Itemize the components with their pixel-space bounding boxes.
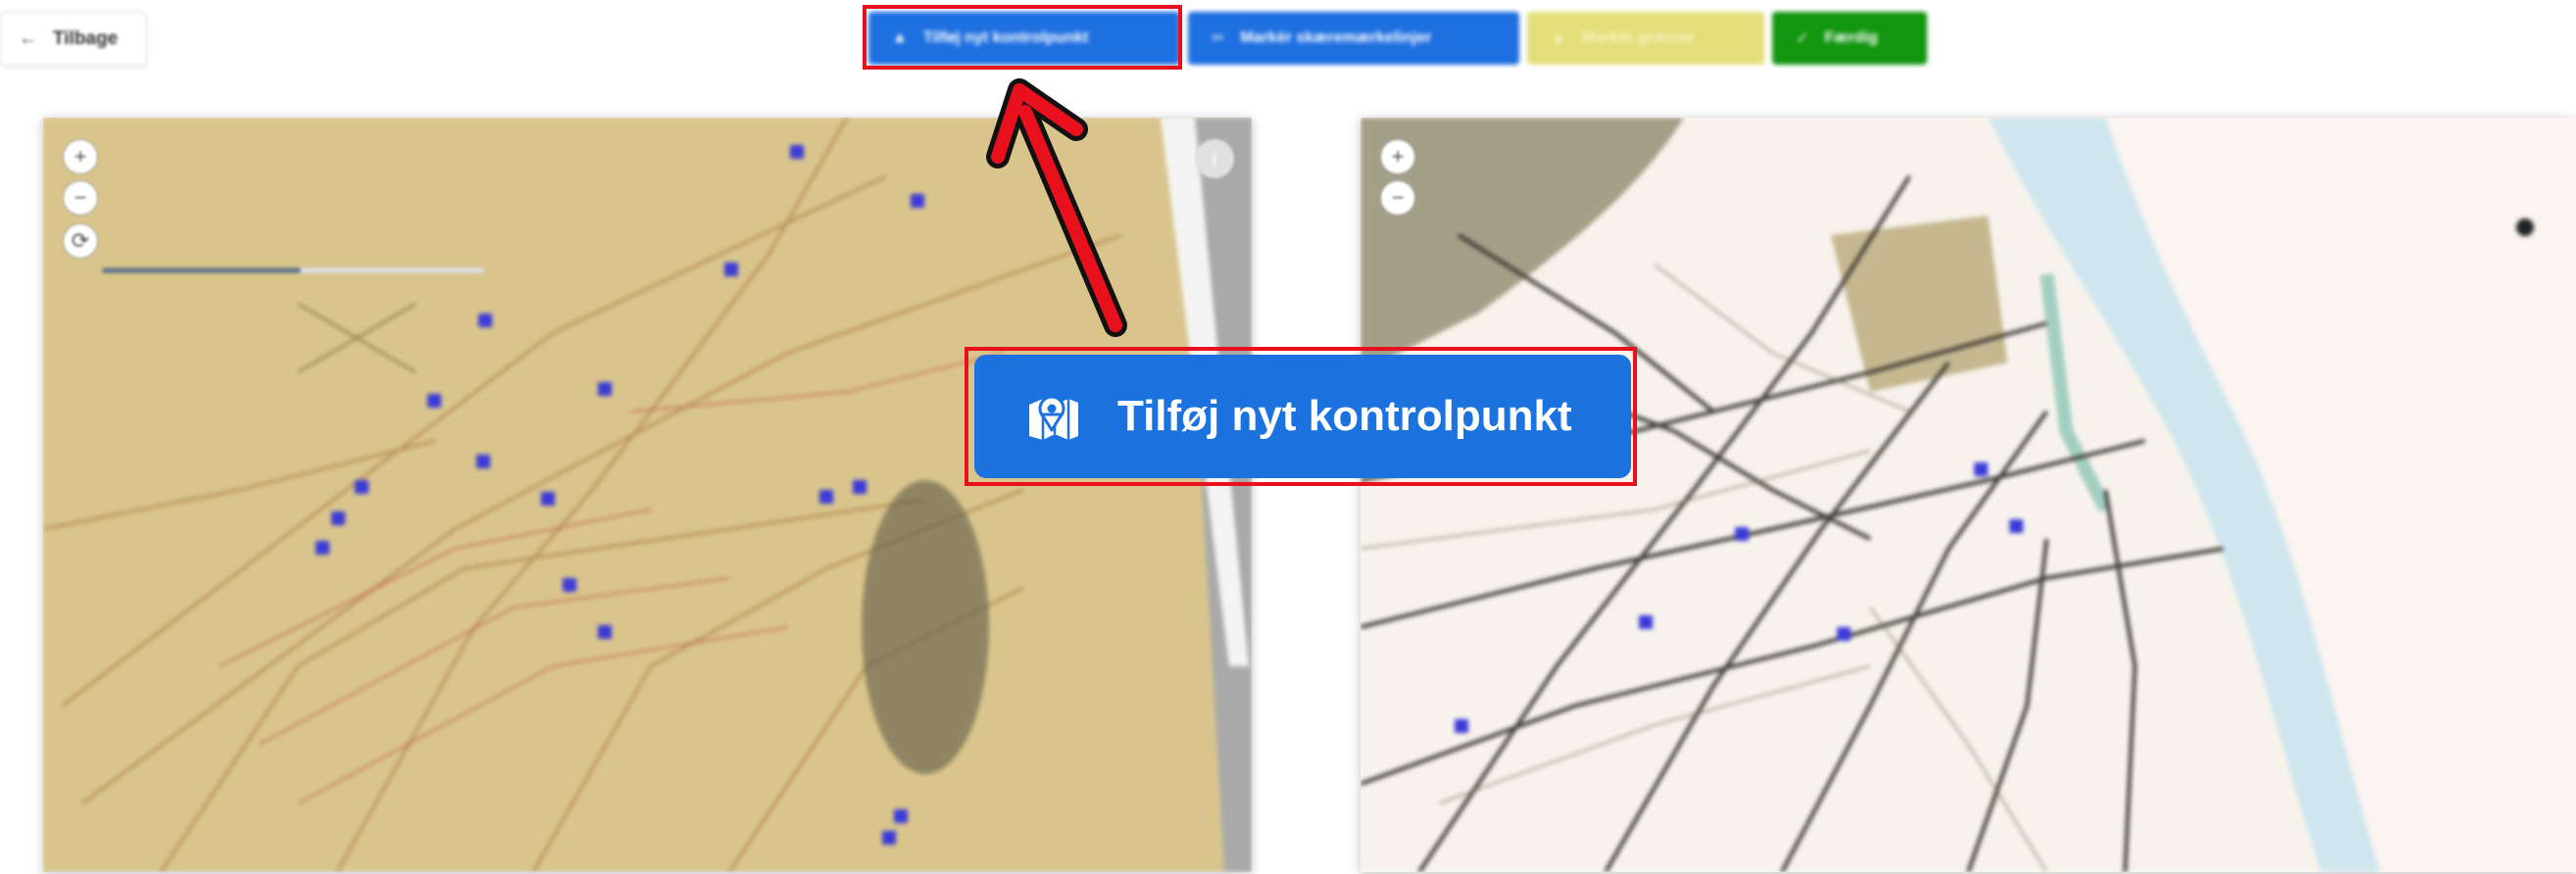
- annotation-arrow: [986, 78, 1127, 337]
- left-zoom-out-button[interactable]: −: [63, 180, 98, 216]
- done-button[interactable]: ✓ Færdig: [1772, 12, 1927, 65]
- done-label: Færdig: [1824, 29, 1878, 46]
- callout-button-label: Tilføj nyt kontrolpunkt: [1117, 392, 1572, 440]
- mark-cut-lines-label: Markér skæremærkelinjer: [1240, 29, 1432, 46]
- toolbar-highlight-box: [863, 5, 1182, 70]
- minus-icon: −: [74, 185, 87, 210]
- left-zoom-in-button[interactable]: +: [63, 139, 98, 174]
- left-reset-rotation-button[interactable]: ⟳: [63, 223, 98, 259]
- back-button[interactable]: ← Tilbage: [0, 12, 147, 66]
- mark-cut-lines-button[interactable]: ✂ Markér skæremærkelinjer: [1188, 12, 1519, 65]
- right-zoom-out-button[interactable]: −: [1380, 180, 1415, 216]
- minus-icon: −: [1391, 185, 1405, 210]
- add-control-point-callout-button[interactable]: Tilføj nyt kontrolpunkt: [974, 355, 1631, 478]
- opacity-slider[interactable]: [102, 265, 484, 276]
- mark-boundary-button[interactable]: ▲ Markér grænse: [1527, 12, 1764, 65]
- back-button-label: Tilbage: [53, 27, 119, 49]
- map-marker-icon: [1025, 391, 1082, 442]
- rotate-icon: ⟳: [71, 228, 90, 253]
- crop-icon: ✂: [1212, 30, 1225, 47]
- georeference-page: ← Tilbage ▲ Tilføj nyt kontrolpunkt ✂ Ma…: [0, 0, 2576, 874]
- plus-icon: +: [1391, 144, 1405, 169]
- opacity-slider-fill: [102, 267, 301, 273]
- reference-map-image[interactable]: [1361, 118, 2576, 872]
- info-button[interactable]: i: [1195, 139, 1234, 178]
- reference-map-panel[interactable]: + −: [1361, 118, 2576, 872]
- mark-boundary-label: Markér grænse: [1581, 29, 1695, 46]
- plus-icon: +: [74, 144, 87, 169]
- arrow-left-icon: ←: [19, 27, 37, 49]
- boundary-icon: ▲: [1551, 29, 1566, 46]
- check-icon: ✓: [1796, 30, 1809, 47]
- right-zoom-in-button[interactable]: +: [1380, 139, 1415, 174]
- info-icon: i: [1212, 146, 1217, 170]
